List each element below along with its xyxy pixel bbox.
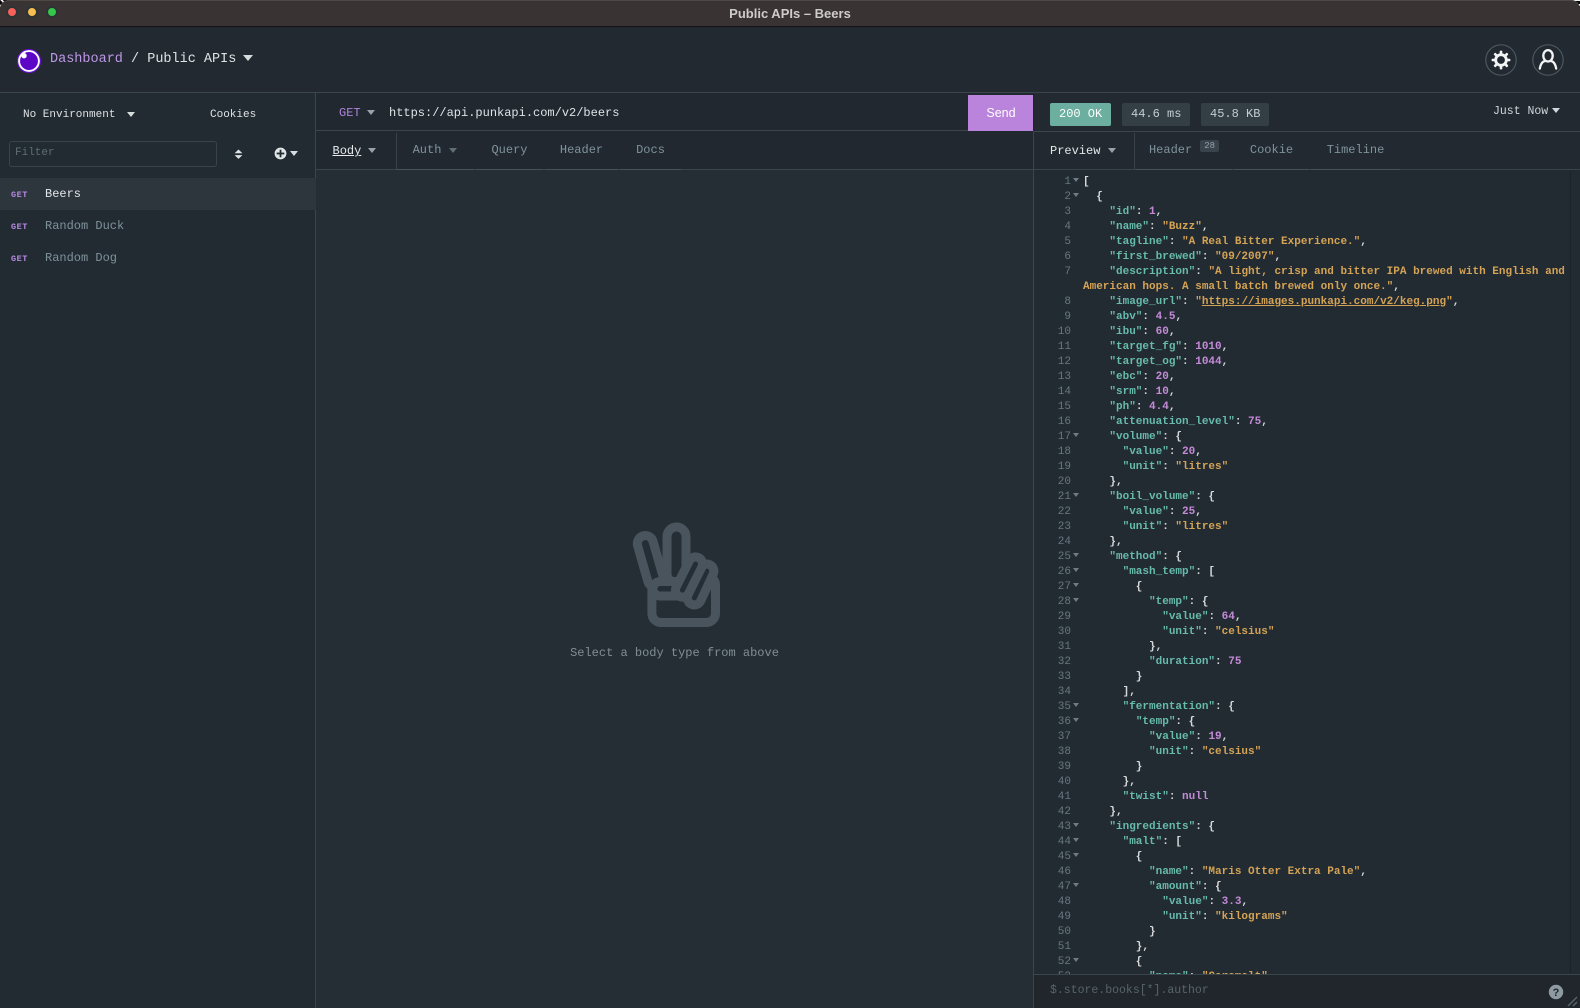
svg-text:?: ? (1553, 987, 1560, 999)
